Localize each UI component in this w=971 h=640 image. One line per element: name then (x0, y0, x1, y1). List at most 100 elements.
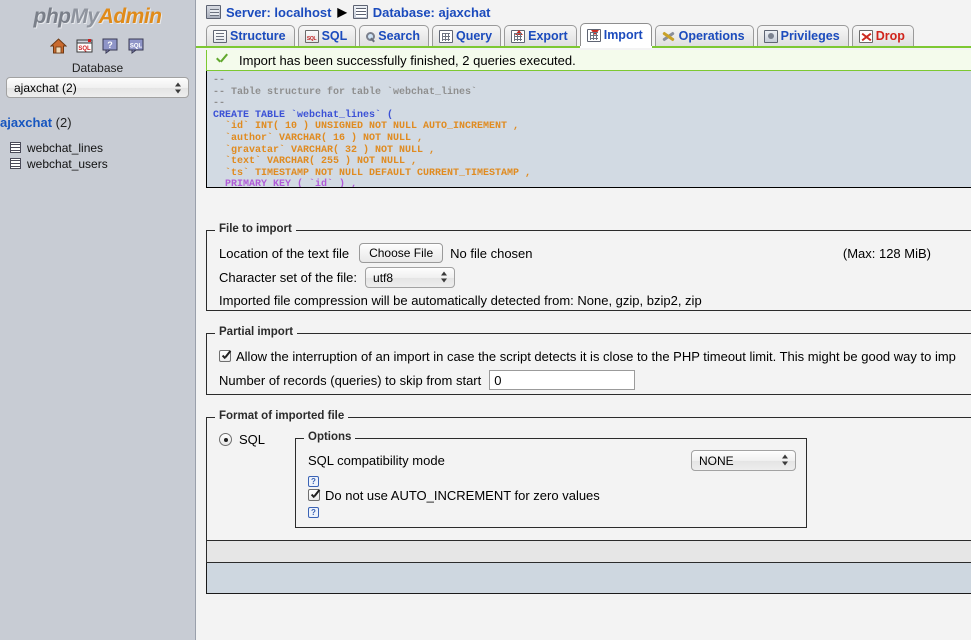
sql-help-icon[interactable]: SQL (128, 38, 145, 54)
tab-label: Import (603, 28, 643, 42)
sql-format-radio[interactable] (219, 433, 232, 446)
help-icon[interactable]: ? (308, 476, 319, 487)
sql-radio-row: SQL (219, 428, 295, 447)
table-list: webchat_lines webchat_users (0, 134, 195, 171)
tab-export[interactable]: Export (504, 25, 577, 46)
tab-operations[interactable]: Operations (654, 25, 754, 46)
sql-line: -- (213, 98, 226, 110)
import-icon (586, 28, 601, 42)
sql-window-icon[interactable]: SQL (76, 38, 93, 54)
tab-label: Privileges (780, 29, 840, 43)
chevron-updown-icon (441, 271, 448, 284)
breadcrumb-server[interactable]: Server: localhost (226, 5, 332, 20)
tab-label: Search (378, 29, 420, 43)
database-select[interactable]: ajaxchat (2) (6, 77, 189, 98)
fieldset-legend: Options (304, 431, 356, 443)
structure-icon (213, 29, 227, 43)
tab-label: Structure (230, 29, 286, 43)
compat-mode-value: NONE (699, 453, 734, 468)
sql-format-label: SQL (239, 432, 266, 447)
help-icon[interactable]: ? (102, 38, 119, 54)
check-icon (215, 54, 229, 66)
main-content: Server: localhost ▶ Database: ajaxchat S… (196, 0, 971, 640)
current-database-name[interactable]: ajaxchat (0, 115, 52, 130)
export-icon (511, 29, 526, 43)
file-location-label: Location of the text file (219, 245, 350, 261)
sql-icon (304, 29, 319, 43)
sql-line: -- (213, 75, 226, 86)
compat-mode-select[interactable]: NONE (691, 449, 796, 471)
options-fieldset: Options SQL compatibility mode NONE ? Do… (295, 431, 807, 528)
sql-line: PRIMARY KEY ( `id` ) , (213, 179, 358, 188)
help-icon[interactable]: ? (308, 507, 319, 518)
allow-interruption-checkbox[interactable] (219, 350, 231, 362)
auto-increment-row: Do not use AUTO_INCREMENT for zero value… (308, 486, 796, 504)
tab-bar: Structure SQL Search Query Export Import (196, 23, 971, 48)
table-name: webchat_lines (27, 140, 104, 155)
logo-admin: Admin (98, 5, 162, 28)
file-to-import-fieldset: File to import Location of the text file… (206, 223, 971, 311)
tab-search[interactable]: Search (359, 25, 429, 46)
tab-query[interactable]: Query (431, 25, 502, 46)
privileges-icon (763, 29, 778, 43)
fieldset-legend: File to import (215, 223, 296, 235)
sql-line: `text` VARCHAR( 255 ) NOT NULL , (213, 156, 418, 168)
drop-icon (858, 29, 873, 43)
sql-line: `author` VARCHAR( 16 ) NOT NULL , (213, 132, 424, 144)
table-icon (10, 142, 21, 153)
charset-select[interactable]: utf8 (365, 266, 456, 288)
charset-row: Character set of the file: utf8 (219, 265, 971, 289)
auto-increment-label: Do not use AUTO_INCREMENT for zero value… (325, 487, 600, 503)
fieldset-legend: Format of imported file (215, 410, 349, 422)
format-fieldset: Format of imported file SQL Options SQL … (206, 410, 971, 541)
choose-file-button[interactable]: Choose File (359, 243, 444, 263)
sql-line: CREATE TABLE `webchat_lines` ( (213, 109, 394, 121)
skip-records-input[interactable] (489, 370, 636, 390)
database-select-wrapper: ajaxchat (2) (0, 77, 195, 101)
compat-help-row: ? (308, 473, 796, 487)
current-database-heading: ajaxchat (2) (0, 101, 195, 134)
compat-mode-label: SQL compatibility mode (308, 452, 445, 468)
sql-line: `gravatar` VARCHAR( 32 ) NOT NULL , (213, 144, 436, 156)
server-icon (206, 5, 221, 19)
tab-structure[interactable]: Structure (206, 25, 295, 46)
panel-footer-gray (206, 541, 971, 563)
compression-note-row: Imported file compression will be automa… (219, 289, 971, 311)
auto-increment-checkbox[interactable] (308, 489, 320, 501)
tab-drop[interactable]: Drop (851, 25, 914, 46)
status-banner: Import has been successfully finished, 2… (206, 50, 971, 71)
database-icon (352, 5, 368, 19)
tab-privileges[interactable]: Privileges (756, 25, 849, 46)
tab-sql[interactable]: SQL (297, 25, 357, 46)
database-section-label: Database (71, 61, 124, 75)
partial-import-fieldset: Partial import Allow the interruption of… (206, 326, 971, 395)
compression-note: Imported file compression will be automa… (219, 292, 702, 308)
tab-label: Export (528, 29, 568, 43)
panel-footer-blue (206, 563, 971, 594)
navigation-sidebar: phpMyAdmin SQL ? SQL Database ajaxchat (… (0, 0, 196, 640)
fieldset-legend: Partial import (215, 326, 298, 338)
no-file-chosen-text: No file chosen (450, 245, 533, 261)
sql-line: `ts` TIMESTAMP NOT NULL DEFAULT CURRENT_… (213, 167, 532, 179)
list-item[interactable]: webchat_users (10, 156, 195, 171)
logo-my: My (70, 5, 99, 28)
query-icon (438, 29, 453, 43)
file-location-row: Location of the text file Choose File No… (219, 241, 971, 265)
list-item[interactable]: webchat_lines (10, 140, 195, 155)
chevron-right-icon: ▶ (337, 5, 347, 19)
tab-label: Drop (875, 29, 905, 43)
tab-import[interactable]: Import (579, 23, 652, 46)
breadcrumb-database[interactable]: Database: ajaxchat (373, 5, 491, 20)
sql-line: `id` INT( 10 ) UNSIGNED NOT NULL AUTO_IN… (213, 121, 520, 133)
home-icon[interactable] (49, 38, 68, 54)
tab-label: Operations (678, 29, 745, 43)
tab-label: SQL (321, 29, 348, 43)
charset-select-value: utf8 (373, 270, 394, 285)
chevron-updown-icon (175, 81, 182, 94)
svg-text:?: ? (107, 40, 113, 50)
svg-text:SQL: SQL (130, 44, 143, 50)
chevron-updown-icon (782, 454, 789, 467)
current-database-count: (2) (55, 115, 72, 130)
phpmyadmin-logo[interactable]: phpMyAdmin (0, 0, 195, 32)
svg-text:SQL: SQL (78, 46, 91, 52)
